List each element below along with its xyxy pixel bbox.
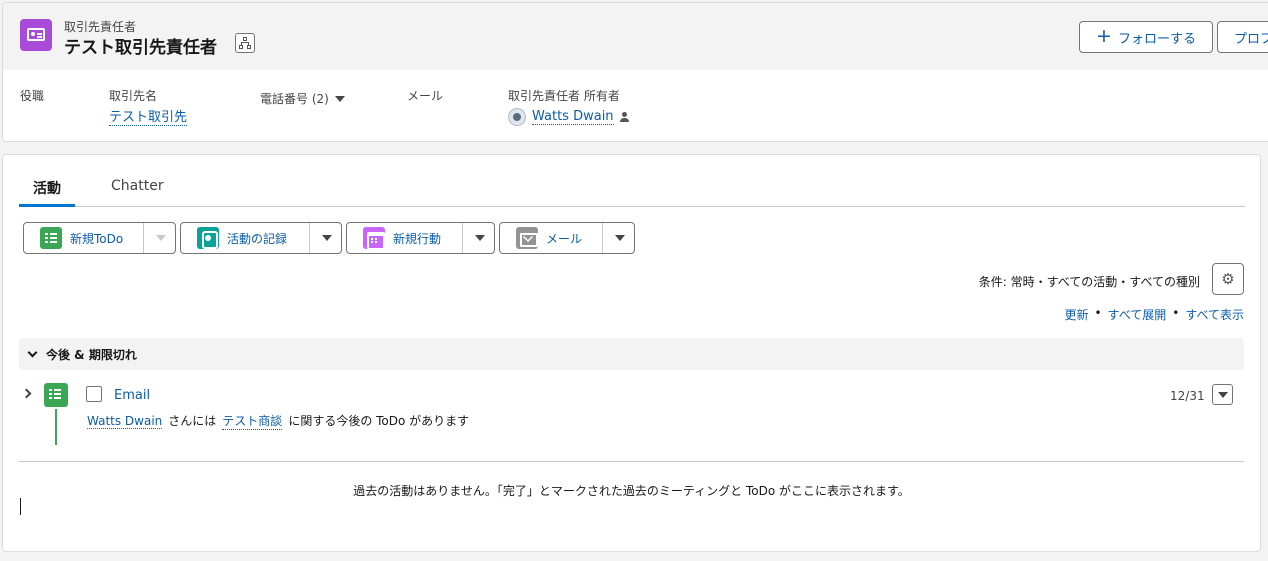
- divider: [19, 461, 1244, 462]
- chevron-down-icon: [321, 235, 332, 241]
- tab-activity[interactable]: 活動: [19, 178, 75, 207]
- record-header: 取引先責任者 テスト取引先責任者 + フォローする プロフ 役職 取引先名 テス…: [2, 2, 1268, 142]
- calendar-icon: [363, 227, 385, 250]
- field-title-label: 役職: [20, 89, 45, 103]
- new-todo-dropdown[interactable]: [144, 223, 175, 253]
- contact-icon: [20, 19, 52, 51]
- timeline-line: [55, 409, 57, 445]
- new-event-group: 新規行動: [346, 222, 495, 254]
- chevron-down-icon: [334, 95, 345, 102]
- text-cursor: [20, 498, 21, 515]
- new-todo-label: 新規ToDo: [70, 231, 124, 246]
- activity-card: 活動 Chatter 新規ToDo 活動の記録 新規行動 メール 条件: 常時・…: [2, 154, 1261, 552]
- field-account: 取引先名 テスト取引先: [109, 87, 188, 126]
- task-description: Watts Dwain さんには テスト商談 に関する今後の ToDo がありま…: [87, 412, 469, 430]
- log-call-group: 活動の記録: [180, 222, 342, 254]
- task-icon: [44, 383, 68, 407]
- hierarchy-icon[interactable]: [235, 33, 255, 53]
- record-title: テスト取引先責任者: [64, 38, 217, 58]
- no-past-activity-message: 過去の活動はありません。「完了」とマークされた過去のミーティングと ToDo が…: [353, 484, 910, 498]
- field-email: メール: [407, 87, 443, 104]
- log-call-dropdown[interactable]: [310, 223, 341, 253]
- field-email-label: メール: [407, 89, 444, 103]
- chevron-down-icon: [614, 235, 625, 241]
- profile-button[interactable]: プロフ: [1217, 21, 1268, 53]
- new-event-dropdown[interactable]: [463, 223, 494, 253]
- field-account-label: 取引先名: [109, 89, 158, 103]
- account-link[interactable]: テスト取引先: [109, 110, 188, 126]
- phone-label-text: 電話番号 (2): [260, 92, 329, 106]
- expand-all-link[interactable]: すべて展開: [1108, 306, 1167, 323]
- new-todo-group: 新規ToDo: [23, 222, 176, 254]
- task-text-mid: さんには: [168, 414, 217, 428]
- refresh-link[interactable]: 更新: [1064, 306, 1088, 323]
- task-text-end: に関する今後の ToDo があります: [288, 414, 470, 428]
- field-phone: 電話番号 (2): [260, 90, 345, 107]
- field-owner: 取引先責任者 所有者 Watts Dwain: [508, 87, 632, 126]
- chevron-right-icon[interactable]: [21, 388, 32, 399]
- new-todo-button[interactable]: 新規ToDo: [24, 223, 145, 253]
- task-owner-link[interactable]: Watts Dwain: [87, 414, 163, 429]
- new-event-button[interactable]: 新規行動: [347, 223, 464, 253]
- header-highlights: 取引先責任者 テスト取引先責任者 + フォローする プロフ: [3, 3, 1268, 70]
- tab-chatter[interactable]: Chatter: [111, 178, 164, 207]
- owner-row: Watts Dwain: [508, 108, 632, 126]
- call-icon: [197, 227, 219, 249]
- change-owner-icon[interactable]: [619, 111, 632, 123]
- task-title-link[interactable]: Email: [114, 388, 150, 403]
- log-call-button[interactable]: 活動の記録: [181, 223, 311, 253]
- chevron-down-icon: [27, 347, 38, 357]
- log-call-label: 活動の記録: [227, 231, 288, 246]
- email-button[interactable]: メール: [500, 223, 604, 253]
- avatar: [508, 108, 526, 126]
- chevron-down-icon: [1217, 391, 1228, 398]
- task-date: 12/31: [1170, 389, 1205, 403]
- tab-bar: 活動 Chatter: [19, 174, 1245, 207]
- upcoming-section-title: 今後 & 期限切れ: [46, 347, 137, 362]
- plus-icon: +: [1096, 24, 1112, 47]
- email-dropdown[interactable]: [603, 223, 634, 253]
- new-event-label: 新規行動: [393, 231, 442, 246]
- task-icon: [40, 227, 62, 249]
- follow-label: フォローする: [1117, 31, 1196, 47]
- field-title: 役職: [20, 87, 44, 104]
- task-checkbox[interactable]: [86, 386, 102, 402]
- email-label: メール: [546, 231, 583, 246]
- task-row-menu[interactable]: [1212, 384, 1233, 405]
- link-separator: •: [1094, 306, 1102, 320]
- follow-button[interactable]: + フォローする: [1079, 21, 1213, 53]
- chevron-down-icon: [474, 235, 485, 241]
- field-owner-label: 取引先責任者 所有者: [508, 89, 620, 103]
- field-phone-label[interactable]: 電話番号 (2): [260, 90, 345, 107]
- chevron-down-icon: [155, 235, 166, 241]
- timeline-links: 更新 • すべて展開 • すべて表示: [1064, 306, 1244, 323]
- owner-link[interactable]: Watts Dwain: [532, 109, 614, 125]
- view-all-link[interactable]: すべて表示: [1185, 306, 1244, 323]
- email-icon: [516, 227, 538, 249]
- link-separator: •: [1172, 306, 1180, 320]
- email-group: メール: [499, 222, 635, 254]
- record-page: 取引先責任者 テスト取引先責任者 + フォローする プロフ 役職 取引先名 テス…: [0, 0, 1268, 561]
- upcoming-section-header[interactable]: 今後 & 期限切れ: [19, 338, 1244, 370]
- filter-summary: 条件: 常時・すべての活動・すべての種別: [978, 275, 1200, 289]
- gear-icon[interactable]: ⚙: [1212, 263, 1244, 295]
- task-related-link[interactable]: テスト商談: [222, 412, 283, 430]
